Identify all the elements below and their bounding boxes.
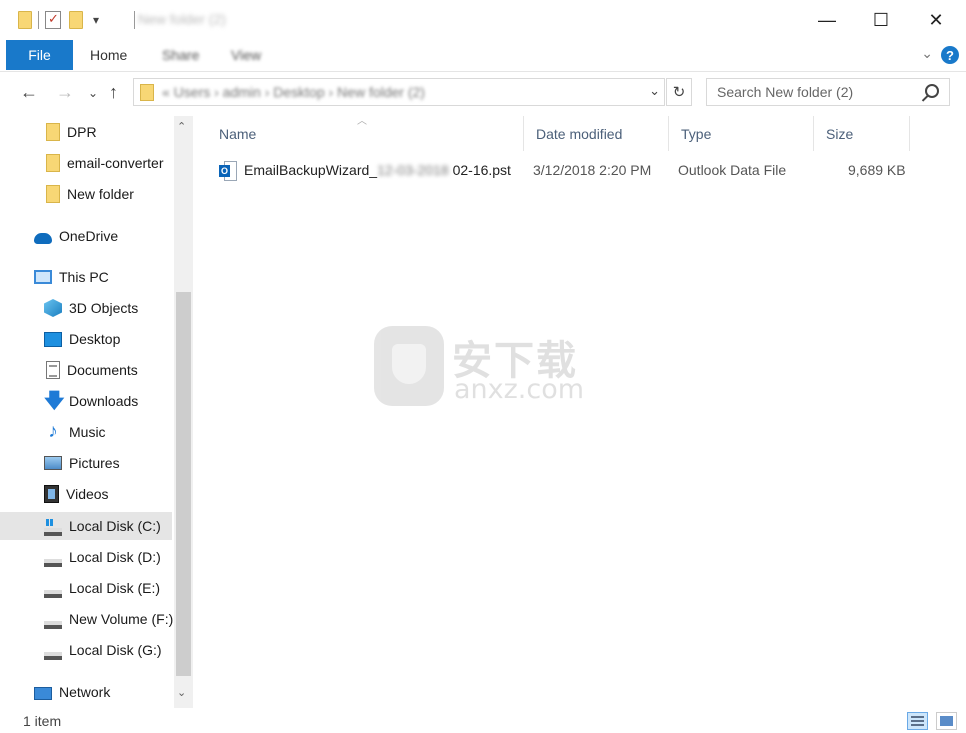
scrollbar-thumb[interactable]: [176, 292, 191, 676]
folder-icon: [46, 185, 60, 203]
downloads-icon: 🡇: [44, 390, 65, 412]
nav-item-label: 3D Objects: [69, 300, 139, 316]
status-bar: 1 item: [0, 708, 966, 733]
search-input[interactable]: [715, 83, 919, 101]
nav-item-label: New folder: [67, 186, 134, 202]
tab-file[interactable]: File: [6, 40, 73, 70]
help-icon[interactable]: ?: [941, 46, 959, 64]
column-header-date[interactable]: Date modified: [524, 116, 669, 151]
file-date: 3/12/2018 2:20 PM: [533, 162, 652, 178]
nav-item-label: DPR: [67, 124, 97, 140]
folder-icon: [46, 123, 60, 141]
up-button[interactable]: ↑: [109, 82, 118, 103]
nav-item-label: email-converter: [67, 155, 164, 171]
search-icon[interactable]: [925, 84, 939, 98]
file-name: EmailBackupWizard_12-03-2018 02-16.pst: [244, 162, 511, 178]
documents-icon: [46, 361, 60, 379]
nav-scrollbar[interactable]: ⌃ ⌄: [174, 116, 193, 708]
navigation-pane: DPR email-converter New folder OneDrive …: [0, 116, 193, 708]
nav-item-label: Videos: [66, 486, 109, 502]
address-bar[interactable]: « Users › admin › Desktop › New folder (…: [133, 78, 665, 106]
forward-button[interactable]: →: [56, 82, 74, 103]
drive-icon: [44, 559, 62, 567]
column-header-type[interactable]: Type: [669, 116, 814, 151]
music-icon: ♪: [48, 421, 58, 442]
tab-view[interactable]: View: [231, 47, 261, 63]
watermark-en: anxz.com: [454, 374, 585, 405]
nav-item-label: Local Disk (E:): [69, 580, 161, 596]
nav-item-label: New Volume (F:): [69, 611, 174, 627]
file-name-prefix: EmailBackupWizard_: [244, 162, 378, 178]
onedrive-icon: [34, 232, 52, 244]
column-size-label: Size: [826, 125, 854, 142]
maximize-button[interactable]: ☐: [853, 0, 909, 40]
nav-item-label: OneDrive: [59, 228, 119, 244]
new-folder-icon[interactable]: [69, 11, 83, 29]
breadcrumb[interactable]: « Users › admin › Desktop › New folder (…: [162, 84, 425, 100]
file-row[interactable]: O EmailBackupWizard_12-03-2018 02-16.pst…: [207, 155, 907, 187]
address-row: ← → ⌄ ↑ « Users › admin › Desktop › New …: [0, 72, 966, 116]
nav-item-label: Documents: [67, 362, 138, 378]
nav-item-label: Local Disk (G:): [69, 642, 162, 658]
column-name-label: Name: [219, 125, 257, 142]
file-name-redacted: 12-03-2018: [377, 162, 449, 178]
divider: [134, 11, 135, 29]
search-box[interactable]: [706, 78, 950, 106]
nav-item-label: Network: [59, 684, 111, 700]
address-dropdown-icon[interactable]: ⌄: [649, 83, 660, 99]
column-header-size[interactable]: Size: [814, 116, 910, 151]
pictures-icon: [44, 456, 62, 470]
scroll-up-icon[interactable]: ⌃: [177, 120, 186, 133]
desktop-icon: [44, 331, 62, 347]
network-icon: [34, 687, 52, 700]
ribbon: File Home Share View ⌄ ?: [0, 40, 966, 72]
file-size: 9,689 KB: [848, 162, 906, 178]
3d-objects-icon: [44, 299, 62, 317]
nav-item-label: Desktop: [69, 331, 121, 347]
shield-logo-icon: [374, 326, 444, 406]
quick-access-toolbar: ▾: [18, 9, 99, 31]
outlook-data-file-icon: O: [219, 161, 237, 181]
nav-item-label: This PC: [59, 269, 109, 285]
column-date-label: Date modified: [536, 125, 623, 142]
close-button[interactable]: ✕: [908, 0, 964, 40]
nav-item-label: Music: [69, 424, 106, 440]
videos-icon: [44, 485, 59, 503]
scroll-down-icon[interactable]: ⌄: [177, 686, 186, 699]
folder-icon: [18, 11, 32, 29]
tab-share[interactable]: Share: [162, 47, 199, 63]
nav-item-label: Downloads: [69, 393, 139, 409]
folder-icon: [140, 84, 154, 101]
nav-item-label: Local Disk (D:): [69, 549, 161, 565]
recent-locations-icon[interactable]: ⌄: [88, 86, 98, 100]
tab-home[interactable]: Home: [90, 47, 127, 63]
column-header-name[interactable]: Name: [207, 116, 524, 151]
drive-icon: [44, 590, 62, 598]
computer-icon: [34, 270, 52, 284]
properties-icon[interactable]: [45, 11, 61, 29]
system-drive-icon: [44, 519, 62, 536]
watermark: 安下载 anxz.com: [374, 326, 594, 406]
column-type-label: Type: [681, 125, 712, 142]
nav-item-label: Local Disk (C:): [69, 518, 161, 534]
details-view-button[interactable]: [907, 712, 928, 730]
customize-toolbar-icon[interactable]: ▾: [93, 13, 99, 27]
window-title: New folder (2): [138, 11, 226, 27]
item-count: 1 item: [23, 713, 62, 729]
refresh-button[interactable]: ↻: [666, 78, 692, 106]
nav-item-label: Pictures: [69, 455, 120, 471]
back-button[interactable]: ←: [20, 82, 38, 103]
minimize-button[interactable]: —: [799, 0, 855, 40]
column-headers: ︿ Name Date modified Type Size: [207, 116, 966, 151]
file-name-suffix: 02-16.pst: [452, 162, 511, 178]
folder-icon: [46, 154, 60, 172]
title-bar: ▾ New folder (2) — ☐ ✕: [0, 0, 966, 40]
expand-ribbon-icon[interactable]: ⌄: [921, 45, 933, 62]
drive-icon: [44, 621, 62, 629]
large-icons-view-button[interactable]: [936, 712, 957, 730]
nav-item-local-disk-c[interactable]: Local Disk (C:): [0, 512, 172, 540]
file-type: Outlook Data File: [678, 162, 787, 178]
divider: [38, 11, 39, 29]
drive-icon: [44, 652, 62, 660]
